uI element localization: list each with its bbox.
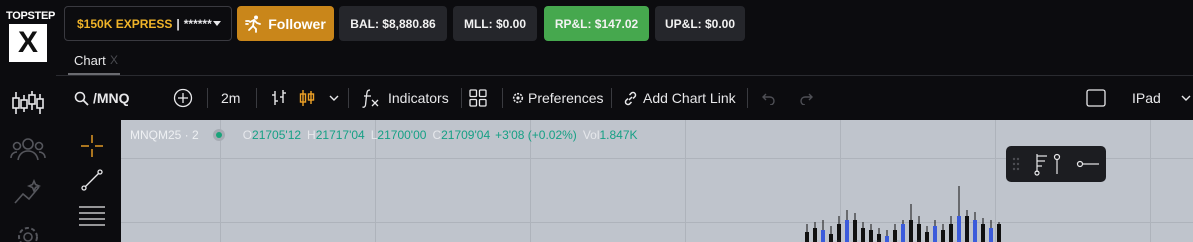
account-separator: | (176, 16, 180, 31)
sparkle-trend-icon[interactable] (10, 178, 46, 208)
bar-style-button[interactable] (270, 78, 288, 118)
follower-button[interactable]: Follower (237, 6, 334, 41)
layout-name-label[interactable]: IPad (1132, 78, 1161, 118)
indicators-button[interactable]: Indicators (362, 78, 449, 118)
balance-badge: BAL: $8,880.86 (339, 6, 447, 41)
symbol-label: /MNQ (93, 90, 130, 106)
search-icon (74, 91, 89, 106)
divider (747, 88, 748, 108)
preferences-button[interactable]: Preferences (512, 78, 603, 118)
divider (461, 88, 462, 108)
account-name: $150K EXPRESS (77, 16, 173, 31)
chevron-down-icon (329, 95, 339, 101)
link-icon (624, 91, 637, 105)
drag-handle-icon[interactable] (1012, 156, 1020, 172)
divider (256, 88, 257, 108)
users-icon[interactable] (10, 134, 46, 164)
running-person-icon (245, 15, 262, 33)
floating-drawing-toolbar (1006, 146, 1106, 182)
vertical-line-icon[interactable] (1052, 152, 1062, 176)
top-bar: $150K EXPRESS | ****** Follower BAL: $8,… (56, 0, 1193, 46)
chart-style-dropdown[interactable] (328, 78, 340, 118)
interval-button[interactable]: 2m (221, 78, 240, 118)
square-icon (1086, 89, 1106, 107)
account-masked-id: ****** (183, 16, 212, 31)
close-icon[interactable]: X (110, 53, 118, 67)
gear-icon (512, 92, 524, 104)
mll-badge: MLL: $0.00 (453, 6, 537, 41)
fullscreen-button[interactable] (1086, 78, 1106, 118)
tab-chart[interactable]: Chart (74, 53, 106, 68)
redo-button[interactable] (798, 78, 814, 118)
drawing-tools-sidebar (64, 120, 120, 242)
add-chart-link-label: Add Chart Link (643, 90, 736, 106)
divider (207, 88, 208, 108)
symbol-search[interactable]: /MNQ (74, 78, 130, 118)
unrealized-pnl-badge: UP&L: $0.00 (655, 6, 745, 41)
left-rail: TOPSTEP X (0, 0, 56, 242)
realized-pnl-badge: RP&L: $147.02 (544, 6, 649, 41)
divider (348, 88, 349, 108)
ohlc-bars-icon (272, 90, 286, 105)
account-selector[interactable]: $150K EXPRESS | ****** (64, 6, 232, 41)
trend-line-icon[interactable] (80, 168, 104, 192)
horizontal-lines-icon[interactable] (78, 204, 106, 226)
divider (502, 88, 503, 108)
follower-label: Follower (268, 15, 326, 32)
grid-layout-icon (469, 89, 487, 107)
undo-icon (762, 93, 775, 105)
layout-grid-button[interactable] (469, 78, 487, 118)
compare-symbol-button[interactable] (173, 78, 193, 118)
add-chart-link-button[interactable]: Add Chart Link (623, 78, 736, 118)
horizontal-ray-icon[interactable] (1076, 157, 1100, 171)
add-circle-icon (173, 88, 193, 108)
undo-button[interactable] (761, 78, 777, 118)
logo-wordmark: TOPSTEP (6, 10, 56, 22)
function-fx-icon (362, 89, 379, 108)
indicators-label: Indicators (388, 90, 449, 106)
fib-levels-icon[interactable] (1034, 152, 1050, 176)
gear-icon[interactable] (10, 222, 46, 242)
candlestick-chart-icon[interactable] (10, 88, 46, 118)
crosshair-icon[interactable] (80, 134, 104, 158)
candles-style-button[interactable] (298, 78, 316, 118)
layout-dropdown[interactable] (1180, 78, 1192, 118)
candlestick-icon (299, 90, 315, 106)
logo-x-mark: X (9, 24, 47, 62)
chevron-down-icon (213, 21, 221, 26)
redo-icon (800, 93, 813, 105)
tab-bar: Chart X (56, 46, 1193, 76)
active-tab-indicator (68, 73, 120, 75)
topstep-logo[interactable]: TOPSTEP X (6, 10, 56, 62)
divider (611, 88, 612, 108)
preferences-label: Preferences (528, 90, 604, 106)
chart-toolbar: /MNQ 2m Indicators Preferences Add Chart… (64, 78, 1193, 118)
chevron-down-icon (1181, 95, 1191, 101)
